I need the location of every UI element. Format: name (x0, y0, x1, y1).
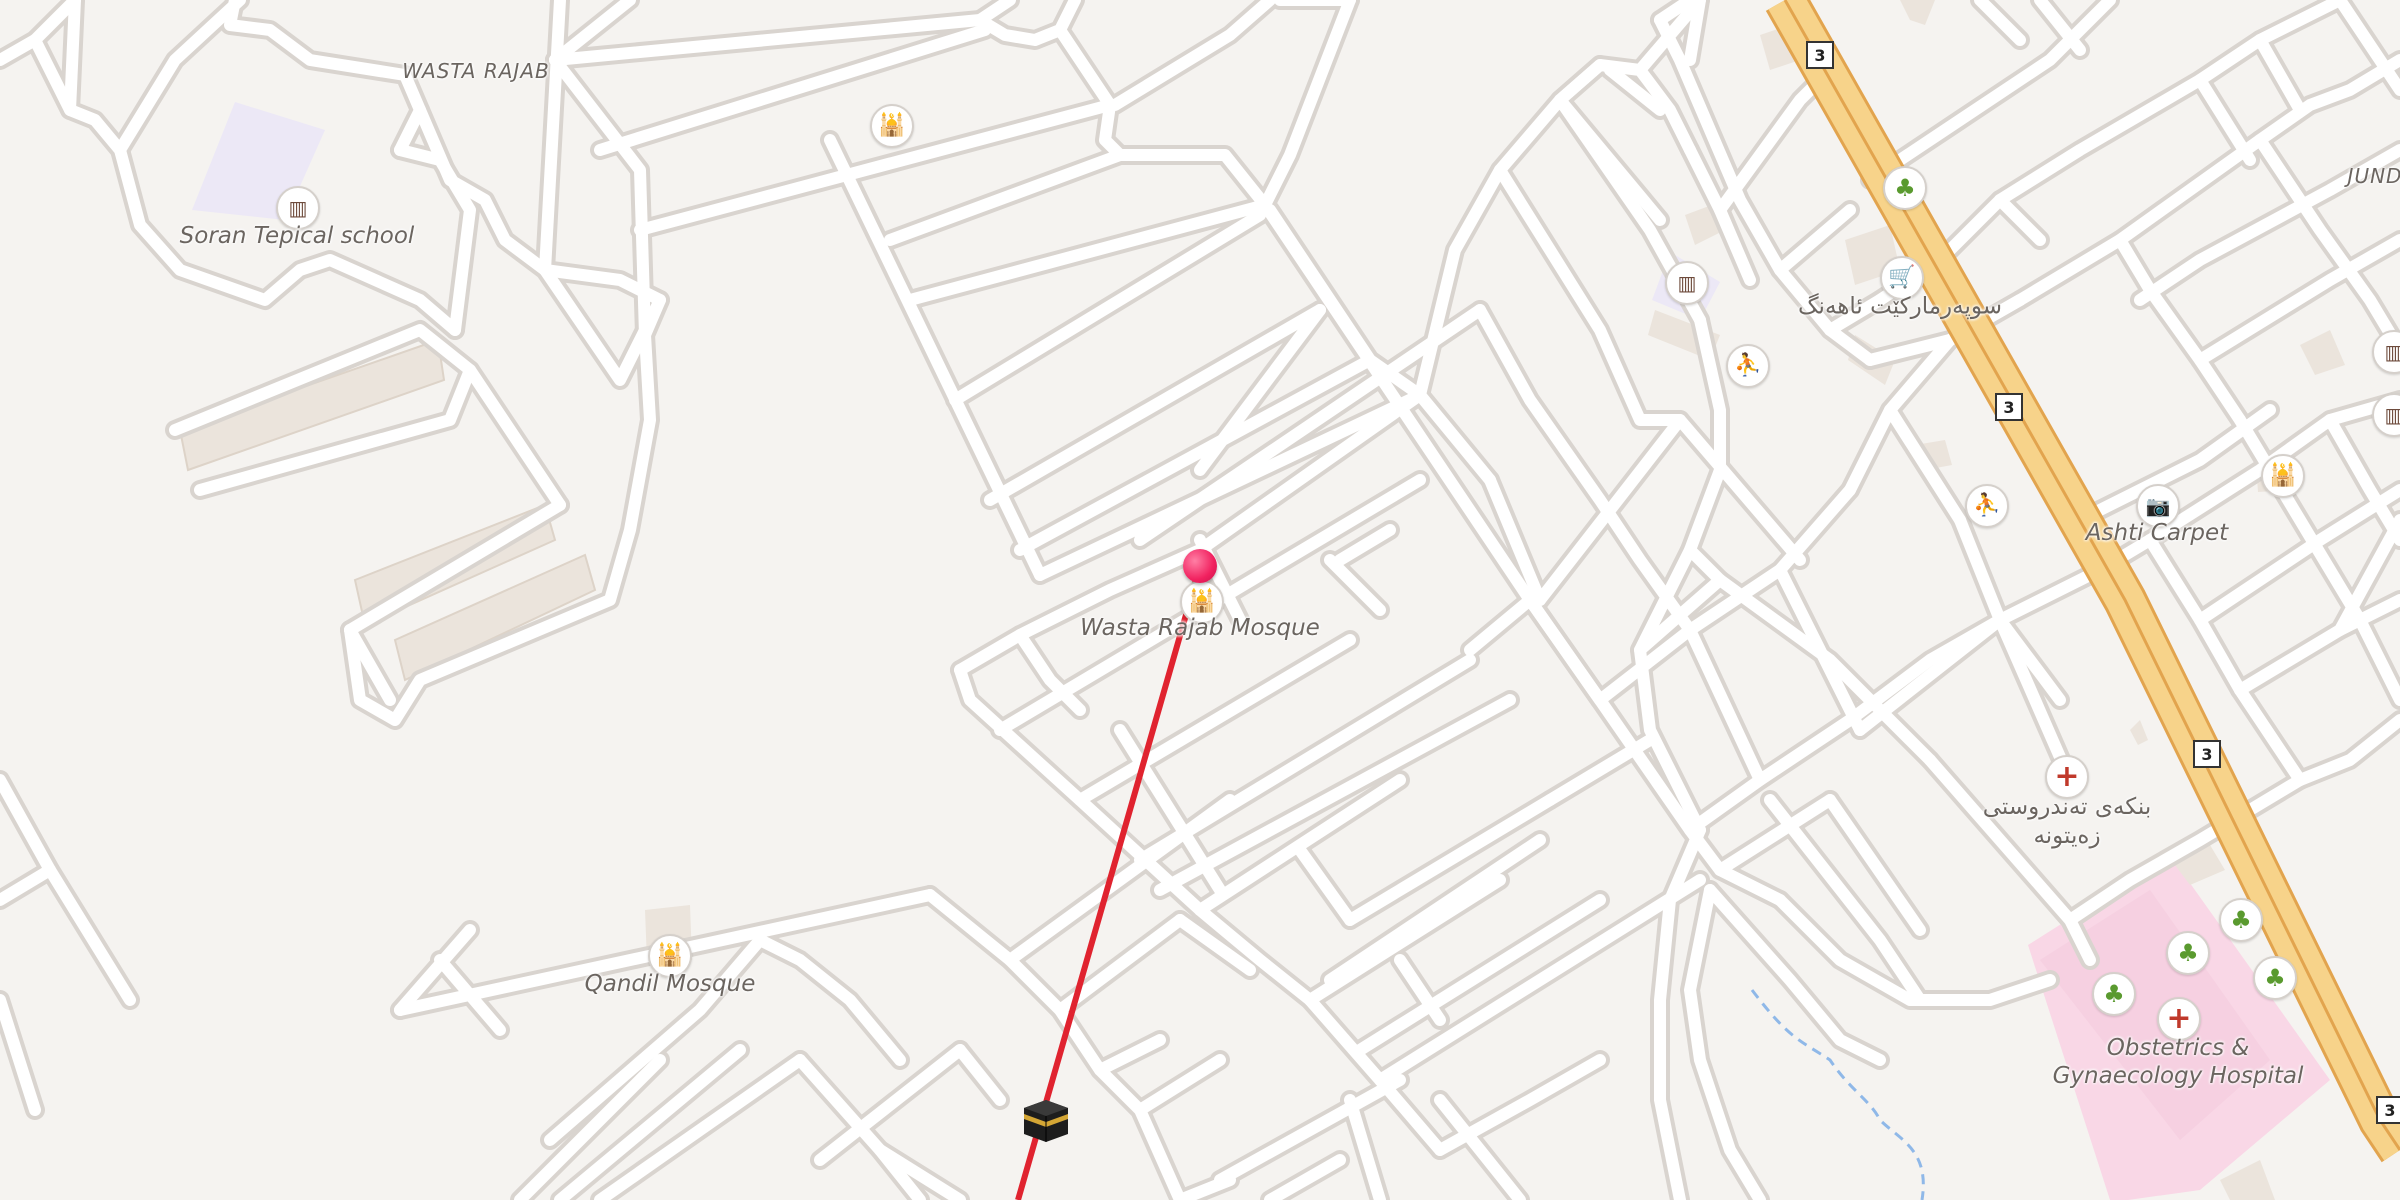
road (1294, 844, 1356, 926)
road (1774, 204, 1856, 276)
location-pin-icon[interactable] (1183, 549, 1217, 583)
tree-icon[interactable]: ♣ (2092, 972, 2136, 1016)
road (464, 364, 566, 511)
place-label-qandil-mosque: Qandil Mosque (584, 971, 756, 997)
road (2194, 74, 2256, 166)
road-shield: 3 (1806, 41, 1834, 69)
mosque-icon[interactable]: 🕌 (2261, 454, 2305, 498)
road (2234, 684, 2306, 786)
road-shield: 3 (1995, 393, 2023, 421)
building (1900, 0, 1935, 25)
tree-icon[interactable]: ♣ (2166, 931, 2210, 975)
hospital-line-2: Gynaecology Hospital (2052, 1063, 2304, 1089)
road (884, 149, 1126, 246)
tree-icon[interactable]: ♣ (2253, 956, 2297, 1000)
health-center-line-2: زەیتونە (2033, 823, 2101, 849)
road (114, 0, 246, 156)
place-label-ashti-carpet: Ashti Carpet (2085, 520, 2229, 546)
road-shield: 3 (2193, 740, 2221, 768)
building (2130, 720, 2148, 745)
tree-icon[interactable]: ♣ (1883, 166, 1927, 210)
place-label-health-center: بنکەی تەندروستی زەیتونە (1983, 793, 2152, 851)
road (539, 0, 566, 276)
mosque-icon[interactable]: 🕌 (870, 104, 914, 148)
road (954, 1044, 1006, 1106)
health-center-line-1: بنکەی تەندروستی (1982, 794, 2152, 820)
road (1344, 1094, 1386, 1200)
map-view[interactable]: 3 3 3 3 🕌 ▥ 🕌 🕌 ♣ 🛒 ▥ ⛹ ⛹ 📷 🕌 ▥ ▥ + ♣ ♣ … (0, 0, 2400, 1200)
road-shield: 3 (2376, 1096, 2400, 1124)
place-label-supermarket: سوپەرمارکێت ئاهەنگ (1797, 293, 2003, 320)
road (1134, 1054, 1226, 1116)
kaaba-icon[interactable] (1020, 1094, 1072, 1146)
road (1264, 1154, 1346, 1200)
school-icon[interactable]: ▥ (1665, 261, 1709, 305)
road (0, 994, 41, 1116)
stream (1750, 989, 1925, 1200)
sport-icon[interactable]: ⛹ (1726, 344, 1770, 388)
area-label-jund: JUND (2347, 164, 2400, 188)
road (1109, 0, 1276, 111)
road (1324, 554, 1386, 616)
place-label-soran-school: Soran Tepical school (179, 223, 415, 249)
hospital-line-1: Obstetrics & (2106, 1035, 2250, 1061)
road (974, 0, 1016, 26)
road (1824, 794, 1926, 936)
road (1544, 734, 1656, 806)
road (2254, 34, 2306, 116)
tree-icon[interactable]: ♣ (2219, 898, 2263, 942)
building (2300, 330, 2345, 375)
sport-icon[interactable]: ⛹ (1965, 484, 2009, 528)
place-label-hospital: Obstetrics & Gynaecology Hospital (2053, 1034, 2304, 1090)
place-label-wasta-rajab-mosque: Wasta Rajab Mosque (1080, 615, 1320, 641)
area-label-wasta-rajab: WASTA RAJAB (402, 59, 550, 83)
